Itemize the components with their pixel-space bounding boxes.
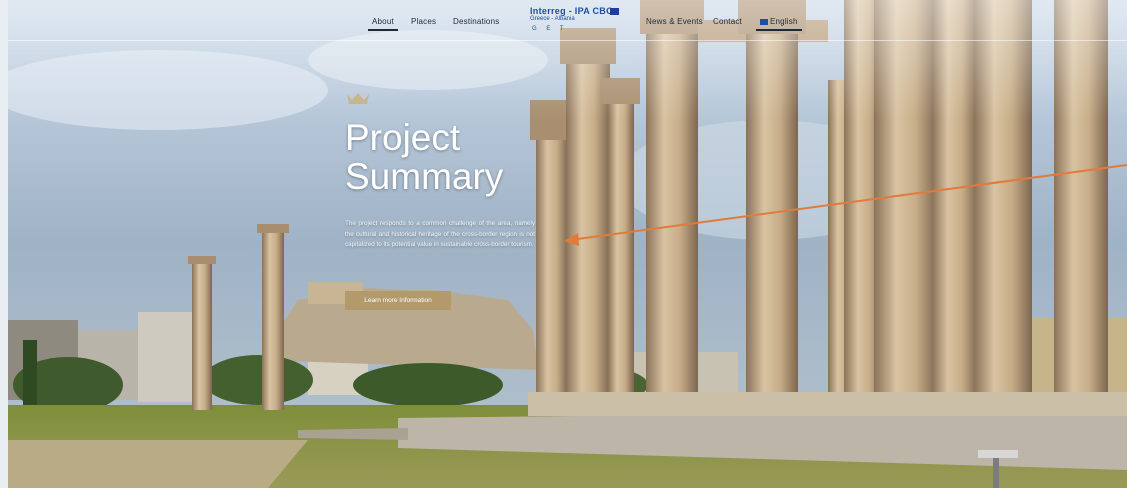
language-selector[interactable]: English (756, 17, 802, 31)
page: About Places Destinations Interreg - IPA… (8, 0, 1127, 488)
language-flag-icon (760, 18, 768, 25)
logo-subtitle: Greece - Albania (530, 16, 575, 22)
logo-project-name: G E T (532, 26, 568, 32)
learn-more-button[interactable]: Learn more Information (345, 291, 451, 310)
eu-flag-icon (610, 8, 619, 15)
page-title: Project Summary (345, 118, 565, 196)
nav-item-places[interactable]: Places (411, 17, 436, 26)
crown-icon (347, 93, 369, 104)
nav-item-about[interactable]: About (368, 17, 398, 31)
title-line-2: Summary (345, 156, 504, 197)
logo-title: Interreg - IPA CBC (530, 6, 613, 16)
main-navigation: About Places Destinations Interreg - IPA… (8, 0, 1127, 41)
nav-item-destinations[interactable]: Destinations (453, 17, 499, 26)
title-line-1: Project (345, 117, 461, 158)
site-logo[interactable]: Interreg - IPA CBC Greece - Albania G E … (530, 6, 626, 36)
nav-divider (8, 40, 1127, 41)
project-summary-text: The project responds to a common challen… (345, 220, 535, 248)
nav-item-contact[interactable]: Contact (713, 17, 742, 26)
nav-item-news-events[interactable]: News & Events (646, 17, 703, 26)
language-label: English (770, 17, 798, 26)
